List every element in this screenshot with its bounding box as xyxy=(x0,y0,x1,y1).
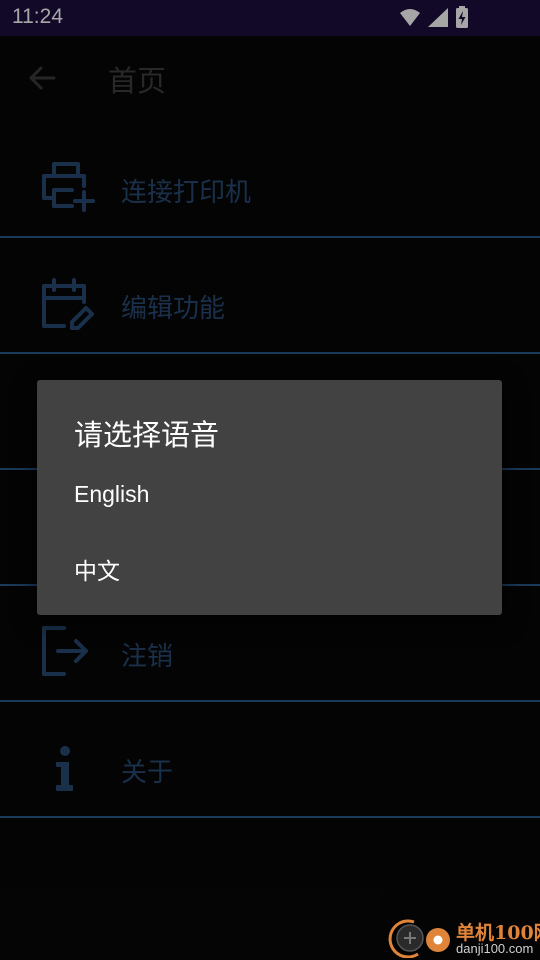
dialog-title: 请选择语音 xyxy=(74,418,220,452)
language-dialog: 请选择语音 English 中文 xyxy=(37,380,502,615)
watermark: 单机100网 danji100.com xyxy=(388,916,540,960)
dialog-option-english[interactable]: English xyxy=(37,463,502,533)
dialog-option-chinese[interactable]: 中文 xyxy=(37,534,502,604)
dialog-option-label: 中文 xyxy=(74,558,120,584)
dialog-option-label: English xyxy=(74,481,150,507)
watermark-logo-icon xyxy=(388,919,450,958)
watermark-url: danji100.com xyxy=(456,941,534,956)
